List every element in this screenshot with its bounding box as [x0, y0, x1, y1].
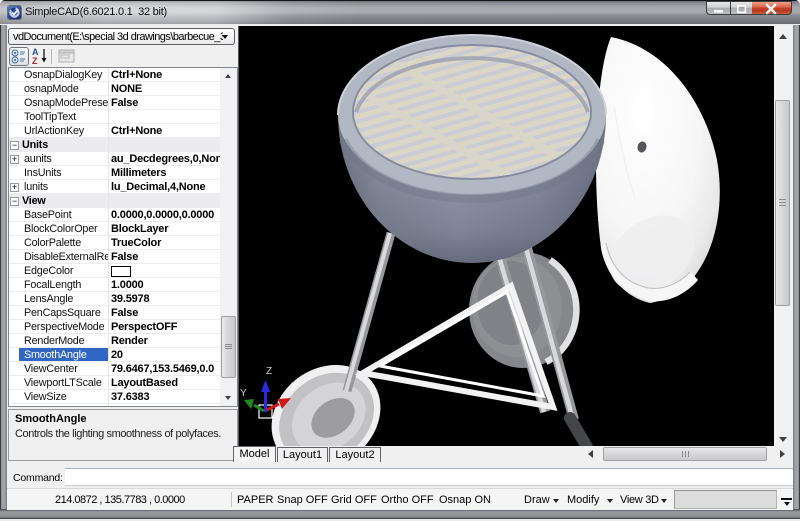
svg-text:Z: Z: [32, 56, 38, 65]
svg-text:x: x: [291, 380, 296, 391]
svg-text:Z: Z: [266, 366, 272, 377]
svg-text:Y: Y: [240, 388, 247, 399]
